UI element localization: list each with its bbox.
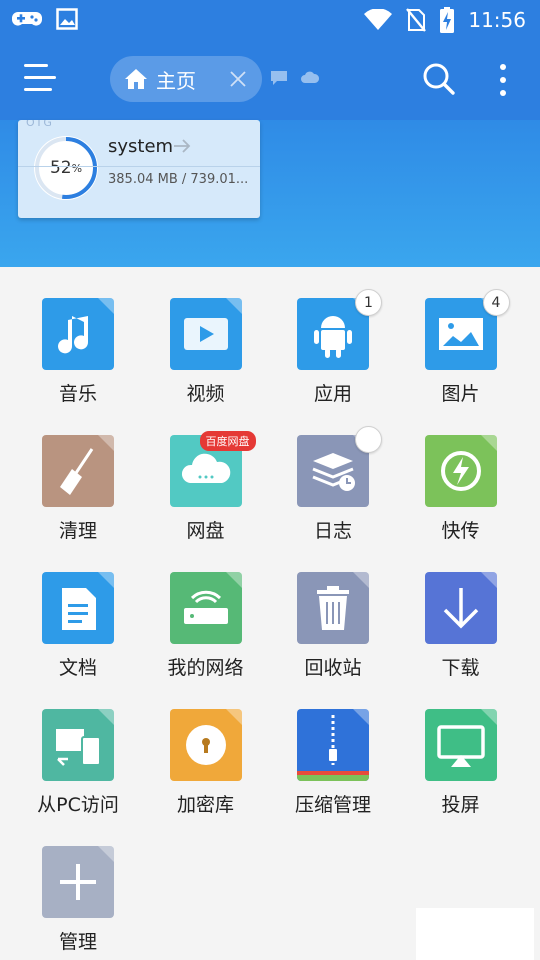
download-arrow-icon bbox=[424, 572, 497, 644]
grid-tile-label: 清理 bbox=[58, 520, 97, 542]
grid-tile-label: 文档 bbox=[58, 657, 97, 679]
wifi-icon bbox=[364, 9, 393, 30]
image-icon bbox=[56, 8, 78, 30]
grid-tile-label: 下载 bbox=[441, 657, 480, 679]
transfer-bolt-icon bbox=[424, 435, 497, 507]
grid-tile[interactable]: 下载 bbox=[397, 541, 525, 679]
grid-tile[interactable]: 应用 1 bbox=[269, 267, 397, 405]
grid-tile-label: 管理 bbox=[58, 931, 97, 953]
grid-tile[interactable]: 图片 4 bbox=[397, 267, 525, 405]
music-note-icon bbox=[42, 298, 114, 370]
grid-tile[interactable]: 投屏 bbox=[397, 678, 525, 816]
battery-charging-icon bbox=[440, 7, 455, 33]
gamepad-icon bbox=[12, 12, 42, 26]
grid-tile-label: 音乐 bbox=[58, 383, 97, 405]
search-icon[interactable] bbox=[422, 62, 456, 96]
tab-home-label: 主页 bbox=[156, 68, 196, 93]
grid-tile[interactable]: 日志 bbox=[269, 404, 397, 542]
grid-tile[interactable]: 文档 bbox=[14, 541, 142, 679]
grid-tile[interactable]: 视频 bbox=[142, 267, 270, 405]
more-vertical-icon[interactable] bbox=[495, 60, 511, 100]
grid-tile[interactable]: 清理 bbox=[14, 404, 142, 542]
no-sim-icon bbox=[406, 8, 427, 32]
status-bar: 11:56 bbox=[0, 0, 540, 40]
chat-icon[interactable] bbox=[270, 70, 288, 86]
grid-tile[interactable]: 快传 bbox=[397, 404, 525, 542]
storage-percent: 52% bbox=[49, 158, 83, 178]
grid-tile-label: 日志 bbox=[313, 520, 352, 542]
grid-tile-label: 网盘 bbox=[186, 520, 225, 542]
grid-tile[interactable]: 加密库 bbox=[142, 678, 270, 816]
grid-tile-label: 压缩管理 bbox=[294, 794, 371, 816]
storage-name: system bbox=[108, 136, 174, 157]
zip-icon bbox=[297, 709, 369, 781]
grid-tile[interactable]: 压缩管理 bbox=[269, 678, 397, 816]
grid-tile[interactable]: 管理 bbox=[14, 815, 142, 953]
lock-vault-icon bbox=[169, 709, 242, 781]
cloud-icon[interactable] bbox=[300, 70, 320, 84]
grid-tile-label: 投屏 bbox=[441, 794, 480, 816]
card-divider bbox=[18, 166, 260, 167]
blank-panel bbox=[416, 908, 534, 960]
category-grid: 音乐 视频 应用 1 图片 4 清理 网盘 百度网盘日志 快传文档 我的网络 回收站 下载从PC访问 加… bbox=[0, 267, 540, 960]
status-time: 11:56 bbox=[468, 8, 526, 32]
home-icon bbox=[125, 69, 147, 89]
grid-tile[interactable]: 从PC访问 bbox=[14, 678, 142, 816]
broom-icon bbox=[42, 435, 114, 507]
close-icon[interactable] bbox=[228, 69, 248, 89]
count-badge bbox=[355, 426, 382, 453]
count-badge: 4 bbox=[482, 289, 510, 316]
grid-tile-label: 回收站 bbox=[304, 657, 362, 679]
hamburger-menu-icon[interactable] bbox=[24, 64, 60, 96]
storage-size: 385.04 MB / 739.01... bbox=[108, 172, 249, 187]
app-toolbar: 主页 bbox=[0, 40, 540, 120]
count-badge: 1 bbox=[355, 289, 382, 316]
grid-tile-label: 我的网络 bbox=[167, 657, 244, 679]
otg-label: OTG bbox=[26, 120, 53, 129]
grid-tile[interactable]: 音乐 bbox=[14, 267, 142, 405]
grid-tile-label: 视频 bbox=[186, 383, 225, 405]
tab-home[interactable]: 主页 bbox=[110, 56, 262, 102]
plus-icon bbox=[42, 846, 114, 918]
cast-screen-icon bbox=[424, 709, 497, 781]
pc-phone-icon bbox=[42, 709, 114, 781]
trash-icon bbox=[297, 572, 369, 644]
grid-tile-label: 快传 bbox=[441, 520, 480, 542]
grid-tile[interactable]: 回收站 bbox=[269, 541, 397, 679]
baidu-tag-badge: 百度网盘 bbox=[199, 431, 256, 451]
grid-tile[interactable]: 网盘 百度网盘 bbox=[142, 404, 270, 542]
grid-tile-label: 加密库 bbox=[176, 794, 234, 816]
tab-extra-icons bbox=[270, 70, 320, 86]
video-play-icon bbox=[169, 298, 242, 370]
grid-tile-label: 图片 bbox=[441, 383, 480, 405]
document-icon bbox=[42, 572, 114, 644]
arrow-right-icon bbox=[174, 139, 191, 153]
grid-tile[interactable]: 我的网络 bbox=[142, 541, 270, 679]
network-router-icon bbox=[169, 572, 242, 644]
grid-tile-label: 应用 bbox=[313, 383, 352, 405]
storage-card[interactable]: OTG 52% system 385.04 MB / 739.01... bbox=[18, 120, 260, 218]
grid-tile-label: 从PC访问 bbox=[37, 794, 119, 816]
